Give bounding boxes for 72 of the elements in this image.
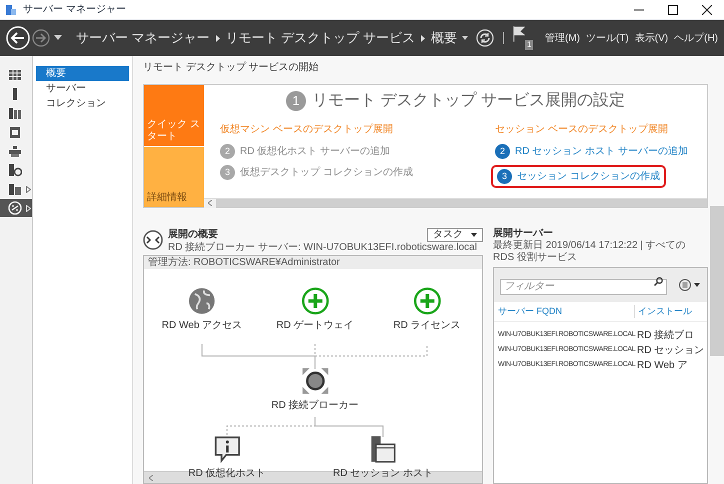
step-number: 3 [497,169,512,184]
caret-icon [471,233,477,237]
role-label: RD 接続ブローカー [271,398,359,413]
maximize-icon [668,4,678,14]
role-label: RD セッション ホスト [333,467,433,481]
scroll-left-icon[interactable] [149,474,153,480]
step-link[interactable]: セッション コレクションの作成 [517,169,660,184]
column-header[interactable]: インストール [634,304,707,318]
sidebar-icon-item[interactable] [0,199,32,217]
role-label: RD Web アクセス [162,319,242,333]
dropdown-icon[interactable] [462,36,468,40]
forward-button[interactable] [32,29,50,47]
section-title: 展開サーバー [493,228,554,240]
broker-icon [301,367,329,395]
window-title: サーバー マネージャー [23,3,126,17]
step-number: 2 [495,144,510,159]
table-cell-text: RD Web ア [636,359,688,373]
menu-item[interactable]: 表示(V) [634,30,668,46]
step-label: RD 仮想化ホスト サーバーの追加 [240,144,390,159]
connector-line [314,416,384,438]
server-window-icon [369,435,397,463]
nav-item[interactable]: 概要 [36,66,129,81]
menu-item[interactable]: ヘルプ(H) [674,30,718,46]
chevron-icon [216,34,220,42]
horizontal-scrollbar[interactable] [204,198,707,207]
info-icon [213,435,241,463]
notifications-button[interactable]: 1 [512,26,535,50]
step-label: 仮想デスクトップ コレクションの作成 [240,166,413,180]
nav-item[interactable]: サーバー [36,81,129,96]
vertical-scrollbar[interactable] [710,206,724,356]
role-label: RD ライセンス [393,319,461,333]
breadcrumb-item[interactable]: 概要 [430,28,457,48]
list-options-button[interactable] [679,279,701,291]
add-icon[interactable] [413,287,441,315]
step-label: リモート デスクトップ サービス展開の設定 [312,90,625,111]
grid-icon [8,68,22,82]
deployment-icon [143,230,163,250]
tasks-button[interactable]: タスク [427,228,483,242]
history-dropdown-icon[interactable] [54,35,62,41]
step-number: 1 [286,91,306,111]
close-icon [702,4,712,14]
step-number: 2 [220,144,235,159]
section-title: リモート デスクトップ サービスの開始 [143,60,320,75]
filter-field[interactable]: フィルター [500,278,667,294]
menu-item[interactable]: 管理(M) [544,30,580,46]
scroll-left-icon[interactable] [208,200,212,206]
column-header[interactable]: サーバー FQDN [494,304,634,318]
menu-item[interactable]: ツール(T) [586,30,629,46]
table-cell-text: RD セッション [636,344,706,358]
last-updated-label: 最終更新日 2019/06/14 17:12:22 | すべての RDS 役割サービス [493,240,687,264]
app-icon [5,4,17,16]
role-label: RD ゲートウェイ [276,319,354,333]
search-icon [654,277,663,286]
chevron-icon [420,34,425,42]
role-label: RD 仮想化ホスト [188,466,266,481]
step-link[interactable]: RD セッション ホスト サーバーの追加 [515,144,688,159]
notification-count: 1 [524,40,534,50]
section-title: 展開の概要 [168,229,218,241]
broker-server-label: RD 接続ブローカー サーバー: WIN-U7OBUK13EFI.roboticsware.local [168,242,478,254]
breadcrumb-item[interactable]: リモート デスクトップ サービス [226,28,415,48]
add-icon[interactable] [301,287,329,315]
quick-start-tile[interactable]: 詳細情報 [144,146,204,207]
step-number: 3 [220,165,235,180]
column-heading: 仮想マシン ベースのデスクトップ展開 [220,123,393,136]
column-heading: セッション ベースのデスクトップ展開 [495,123,668,136]
breadcrumb-item[interactable]: サーバー マネージャー [76,28,210,48]
nav-item[interactable]: コレクション [36,96,129,111]
flag-icon [512,26,525,42]
managed-by-label: 管理方法: ROBOTICSWARE¥Administrator [144,256,482,269]
back-button[interactable] [6,26,30,50]
table-cell-text: RD 接続ブロ [636,328,696,343]
refresh-button[interactable] [476,29,494,47]
